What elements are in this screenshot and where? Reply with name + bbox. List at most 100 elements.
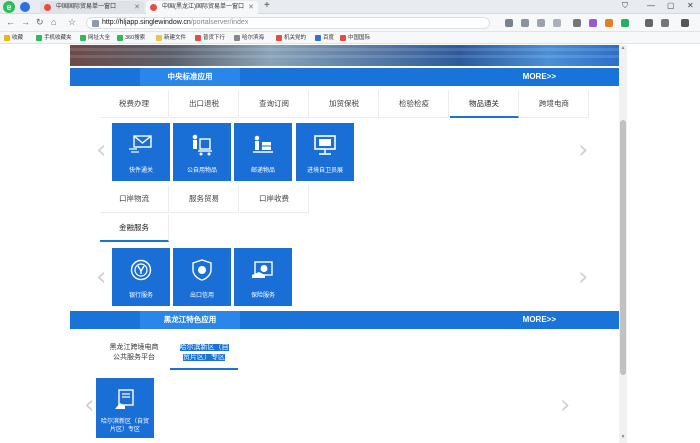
- browser-logo-icon[interactable]: e: [3, 1, 15, 13]
- tile-personal-goods[interactable]: 公自用物品: [173, 123, 231, 181]
- carousel-prev-arrow[interactable]: ‹: [96, 137, 106, 163]
- bookmarks-bar: 收藏 手机收藏夹 网址大全 360搜索 新建文件 普货下行 哈尔滨海 机关党的 …: [0, 32, 700, 44]
- tab-port-logistics[interactable]: 口岸物流: [100, 185, 169, 213]
- tab-label-line: 贸片区）专区: [183, 354, 225, 361]
- url-text: http://hljapp.singlewindow.cn/portalserv…: [102, 19, 248, 26]
- heilongjiang-section-title: 黑龙江特色应用: [140, 311, 240, 329]
- luggage-cart-icon: [192, 134, 212, 156]
- tab-title: 中国(黑龙江)国际贸易单一窗口: [162, 4, 244, 10]
- tab-inspection[interactable]: 检验检疫: [380, 90, 449, 118]
- tab-label-line: 哈尔滨新区（自: [179, 344, 229, 351]
- tile-label-line: 哈尔滨新区（自贸: [100, 419, 149, 425]
- bookmark-label: 普货下行: [203, 35, 226, 41]
- carousel-next-arrow[interactable]: ›: [578, 137, 588, 163]
- tile-exhibition[interactable]: 进境自卫员展: [296, 123, 354, 181]
- home-icon[interactable]: ⌂: [51, 17, 56, 27]
- site-info-icon[interactable]: [92, 20, 99, 27]
- reload-icon[interactable]: ↻: [36, 17, 44, 28]
- mobile-icon[interactable]: [537, 19, 545, 27]
- bookmark-label: 收藏: [12, 35, 24, 41]
- download-icon[interactable]: [645, 19, 653, 27]
- bookmark-item[interactable]: 360搜索: [117, 33, 145, 43]
- tile-label: 快件通关: [128, 168, 153, 174]
- forward-arrow-icon[interactable]: →: [21, 17, 30, 27]
- tile-harbin-free-trade-zone[interactable]: 哈尔滨新区（自贸 片区）专区: [96, 378, 154, 438]
- bookmark-item[interactable]: 新建文件: [156, 33, 186, 43]
- scissors-icon[interactable]: [573, 19, 581, 27]
- tile-label: 邮递物品: [250, 168, 275, 174]
- bookmark-label: 哈尔滨海: [242, 35, 265, 41]
- tab-title: 中国国际贸易单一窗口: [56, 4, 117, 10]
- url-field[interactable]: http://hljapp.singlewindow.cn/portalserv…: [86, 17, 490, 29]
- tile-label: 公自用物品: [186, 168, 217, 174]
- central-more-link[interactable]: MORE>>: [523, 68, 556, 86]
- lightning-icon[interactable]: [521, 19, 529, 27]
- carousel-next-arrow[interactable]: ›: [560, 392, 570, 418]
- bookmark-item[interactable]: 网址大全: [80, 33, 110, 43]
- scroll-up-icon[interactable]: ▲: [619, 45, 627, 53]
- tile-insurance-services[interactable]: 保险服务: [234, 248, 292, 306]
- bookmark-icon: [117, 35, 123, 41]
- tab-single-window[interactable]: 中国国际贸易单一窗口 ✕: [40, 1, 144, 14]
- bookmark-item[interactable]: 收藏: [4, 33, 23, 43]
- tab-heilongjiang-ecommerce[interactable]: 黑龙江跨境电商 公共服务平台: [100, 338, 168, 370]
- heilongjiang-more-link[interactable]: MORE>>: [523, 311, 556, 329]
- bookmark-item[interactable]: 哈尔滨海: [234, 33, 264, 43]
- url-path: /portalserver/index: [190, 19, 249, 26]
- carousel-prev-arrow[interactable]: ‹: [84, 392, 94, 418]
- tab-cross-border-ecommerce[interactable]: 跨境电商: [520, 90, 589, 118]
- close-window-button[interactable]: ✕: [687, 1, 694, 10]
- back-arrow-icon[interactable]: ←: [6, 17, 15, 27]
- minimize-button[interactable]: —: [647, 1, 655, 10]
- central-section-header: 中央标准应用 MORE>>: [70, 68, 626, 86]
- star-icon[interactable]: ☆: [68, 17, 76, 28]
- undo-icon[interactable]: [661, 19, 669, 27]
- screenshot-icon[interactable]: [505, 19, 513, 27]
- tab-tax[interactable]: 税费办理: [100, 90, 169, 118]
- bookmark-item[interactable]: 百度: [315, 33, 334, 43]
- tab-harbin-new-area[interactable]: 哈尔滨新区（自 贸片区）专区: [170, 338, 238, 370]
- tab-goods-clearance[interactable]: 物品通关: [450, 90, 519, 118]
- tab-sync-icon[interactable]: [20, 2, 30, 12]
- maximize-button[interactable]: ▢: [667, 1, 675, 10]
- tab-port-fees[interactable]: 口岸收费: [240, 185, 309, 213]
- bookmark-label: 中国国际: [348, 35, 371, 41]
- bookmark-item[interactable]: 手机收藏夹: [36, 33, 72, 43]
- address-toolbar: ← → ↻ ⌂ ☆ http://hljapp.singlewindow.cn/…: [0, 14, 700, 32]
- carousel-next-arrow[interactable]: ›: [578, 264, 588, 290]
- page-scrollbar[interactable]: ▲ ▼: [619, 45, 627, 443]
- tab-export-refund[interactable]: 出口退税: [170, 90, 239, 118]
- bookmark-item[interactable]: 普货下行: [195, 33, 225, 43]
- tab-financial-services[interactable]: 金融服务: [100, 214, 169, 242]
- tab-heilongjiang-window[interactable]: 中国(黑龙江)国际贸易单一窗口 ✕: [146, 1, 258, 14]
- menu-icon[interactable]: ⛉: [622, 1, 628, 11]
- bookmark-icon: [340, 35, 346, 41]
- tab-query-subscribe[interactable]: 查询订阅: [240, 90, 309, 118]
- tab-service-trade[interactable]: 服务贸易: [170, 185, 239, 213]
- bookmark-item[interactable]: 中国国际: [340, 33, 370, 43]
- bookmark-icon: [80, 35, 86, 41]
- scroll-down-icon[interactable]: ▼: [619, 434, 627, 442]
- carousel-prev-arrow[interactable]: ‹: [96, 264, 106, 290]
- tab-close-icon[interactable]: ✕: [248, 1, 254, 14]
- menu-icon[interactable]: [681, 19, 689, 27]
- heilongjiang-section-header: 黑龙江特色应用 MORE>>: [70, 311, 626, 329]
- bookmark-item[interactable]: 机关党的: [276, 33, 306, 43]
- tab-label-line: 黑龙江跨境电商: [109, 344, 159, 351]
- shield-icon: [192, 259, 212, 281]
- scrollbar-thumb[interactable]: [620, 120, 626, 375]
- extension-icon[interactable]: [589, 19, 597, 27]
- new-tab-button[interactable]: +: [264, 0, 270, 11]
- tile-export-credit[interactable]: 出口信用: [173, 248, 231, 306]
- tile-express-clearance[interactable]: 快件通关: [112, 123, 170, 181]
- extension-icon[interactable]: [605, 19, 613, 27]
- url-host: http://hljapp.singlewindow.cn: [102, 19, 191, 26]
- extension-icon[interactable]: [621, 19, 629, 27]
- tile-postal-goods[interactable]: 邮递物品: [234, 123, 292, 181]
- tile-label: 哈尔滨新区（自贸 片区）专区: [96, 418, 154, 434]
- tile-bank-services[interactable]: 银行服务: [112, 248, 170, 306]
- grid-icon[interactable]: [553, 19, 561, 27]
- central-section-title: 中央标准应用: [140, 68, 240, 86]
- tab-bonded[interactable]: 加贸保税: [310, 90, 379, 118]
- tab-close-icon[interactable]: ✕: [134, 1, 140, 14]
